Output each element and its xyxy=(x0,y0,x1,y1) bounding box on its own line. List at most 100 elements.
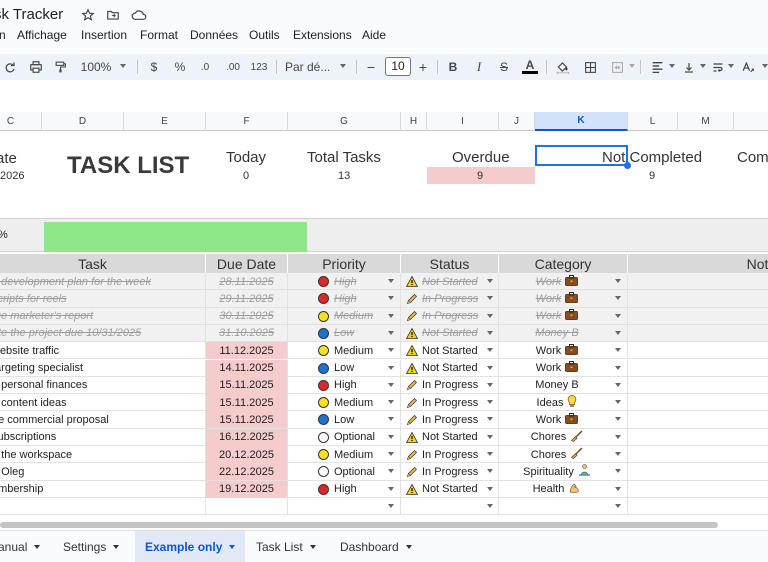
priority-cell[interactable]: Medium xyxy=(288,446,401,463)
task-cell[interactable]: he commercial proposal xyxy=(0,411,206,429)
notes-cell[interactable] xyxy=(628,308,768,325)
status-cell[interactable]: In Progress xyxy=(401,307,499,325)
column-header-j[interactable]: J xyxy=(499,112,535,131)
text-color-button[interactable]: A xyxy=(522,58,538,74)
notes-cell[interactable] xyxy=(628,394,768,411)
due-date-cell[interactable] xyxy=(206,497,288,515)
status-cell[interactable]: Not Started xyxy=(401,342,499,360)
column-header-l[interactable]: L xyxy=(628,112,678,131)
text-wrap-icon[interactable] xyxy=(711,58,725,76)
strikethrough-button[interactable]: S xyxy=(497,58,511,76)
sheet-tab-task-list[interactable]: Task List xyxy=(248,531,324,562)
category-cell[interactable]: Work xyxy=(499,359,628,377)
fill-color-icon[interactable] xyxy=(555,58,571,76)
status-cell[interactable]: Not Started xyxy=(401,480,499,498)
category-cell[interactable]: Money B xyxy=(499,324,628,342)
notes-cell[interactable] xyxy=(628,325,768,342)
bold-button[interactable]: B xyxy=(446,58,460,76)
menu-format[interactable]: Format xyxy=(140,28,178,42)
sheet-tab-example-only[interactable]: Example only xyxy=(135,531,246,562)
task-cell[interactable]: ate the project due 10/31/2025 xyxy=(0,324,206,342)
menu-help[interactable]: Aide xyxy=(362,28,386,42)
paint-format-icon[interactable] xyxy=(52,58,68,76)
percent-format-button[interactable]: % xyxy=(173,58,187,76)
status-cell[interactable]: In Progress xyxy=(401,394,499,412)
task-cell[interactable]: n Oleg xyxy=(0,463,206,481)
font-size-input[interactable]: 10 xyxy=(385,57,411,76)
status-cell[interactable] xyxy=(401,497,499,515)
task-cell[interactable]: 0 content ideas xyxy=(0,394,206,412)
task-cell[interactable]: subscriptions xyxy=(0,428,206,446)
status-cell[interactable]: Not Started xyxy=(401,359,499,377)
priority-cell[interactable]: Optional xyxy=(288,428,401,446)
category-cell[interactable]: Spirituality xyxy=(499,463,628,481)
notes-cell[interactable] xyxy=(628,446,768,463)
category-cell[interactable]: Work xyxy=(499,290,628,308)
merge-cells-icon[interactable] xyxy=(609,58,625,76)
vertical-align-icon[interactable] xyxy=(682,58,696,76)
borders-icon[interactable] xyxy=(582,58,598,76)
column-header-g[interactable]: G xyxy=(288,112,401,131)
due-date-cell[interactable]: 11.12.2025 xyxy=(206,342,288,360)
zoom-select[interactable]: 100% xyxy=(80,58,112,76)
due-date-cell[interactable]: 29.11.2025 xyxy=(206,290,288,308)
move-folder-icon[interactable] xyxy=(105,7,121,23)
text-rotation-icon[interactable] xyxy=(740,58,756,76)
category-cell[interactable]: Work xyxy=(499,273,628,290)
status-cell[interactable]: In Progress xyxy=(401,290,499,308)
menu-file[interactable]: n xyxy=(0,28,6,42)
task-cell[interactable] xyxy=(0,497,206,515)
notes-cell[interactable] xyxy=(628,411,768,428)
priority-cell[interactable]: High xyxy=(288,290,401,308)
category-cell[interactable]: Chores xyxy=(499,428,628,446)
notes-cell[interactable] xyxy=(628,498,768,515)
star-icon[interactable] xyxy=(80,7,96,23)
due-date-cell[interactable]: 20.12.2025 xyxy=(206,446,288,463)
priority-cell[interactable]: Low xyxy=(288,411,401,429)
category-cell[interactable]: Work xyxy=(499,307,628,325)
menu-data[interactable]: Données xyxy=(190,28,238,42)
column-header-k[interactable]: K xyxy=(535,112,628,131)
menu-tools[interactable]: Outils xyxy=(249,28,280,42)
font-size-decrease-button[interactable]: − xyxy=(365,58,377,76)
category-cell[interactable]: Work xyxy=(499,342,628,360)
task-cell[interactable]: scripts for reels xyxy=(0,290,206,308)
font-select[interactable]: Par dé... xyxy=(285,58,335,76)
task-cell[interactable]: e personal finances xyxy=(0,376,206,394)
sheet-tab-manual[interactable]: anual xyxy=(0,531,48,562)
category-cell[interactable]: Money B xyxy=(499,376,628,394)
due-date-cell[interactable]: 28.11.2025 xyxy=(206,273,288,290)
category-cell[interactable]: Ideas xyxy=(499,394,628,412)
column-header-f[interactable]: F xyxy=(206,112,288,131)
task-cell[interactable]: the marketer's report xyxy=(0,307,206,325)
due-date-cell[interactable]: 16.12.2025 xyxy=(206,428,288,446)
document-title[interactable]: sk Tracker xyxy=(0,6,63,23)
priority-cell[interactable]: Medium xyxy=(288,307,401,325)
status-cell[interactable]: In Progress xyxy=(401,376,499,394)
menu-view[interactable]: Affichage xyxy=(17,28,67,42)
sheet-tab-dashboard[interactable]: Dashboard xyxy=(332,531,420,562)
increase-decimal-button[interactable]: .00 xyxy=(222,58,244,76)
more-formats-button[interactable]: 123 xyxy=(249,58,269,76)
notes-cell[interactable] xyxy=(628,360,768,377)
priority-cell[interactable]: Medium xyxy=(288,342,401,360)
status-cell[interactable]: Not Started xyxy=(401,273,499,290)
column-header-d[interactable]: D xyxy=(42,112,124,131)
status-cell[interactable]: In Progress xyxy=(401,446,499,463)
redo-icon[interactable] xyxy=(2,58,18,76)
category-cell[interactable]: Chores xyxy=(499,446,628,463)
align-left-icon[interactable] xyxy=(649,58,665,76)
task-cell[interactable]: e development plan for the week xyxy=(0,273,206,290)
column-header-e[interactable]: E xyxy=(124,112,206,131)
category-cell[interactable]: Health xyxy=(499,480,628,498)
status-cell[interactable]: In Progress xyxy=(401,411,499,429)
column-header-i[interactable]: I xyxy=(427,112,499,131)
sheet-tab-settings[interactable]: Settings xyxy=(55,531,127,562)
priority-cell[interactable]: High xyxy=(288,273,401,290)
menu-insert[interactable]: Insertion xyxy=(81,28,127,42)
priority-cell[interactable]: Low xyxy=(288,324,401,342)
column-header-c[interactable]: C xyxy=(0,112,42,131)
notes-cell[interactable] xyxy=(628,290,768,307)
column-header-m[interactable]: M xyxy=(678,112,734,131)
due-date-cell[interactable]: 22.12.2025 xyxy=(206,463,288,481)
